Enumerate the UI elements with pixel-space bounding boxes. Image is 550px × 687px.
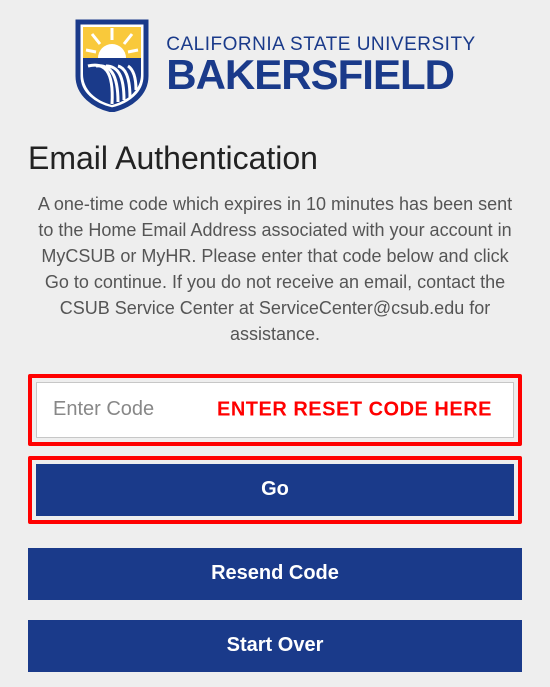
code-input-highlight: ENTER RESET CODE HERE bbox=[28, 374, 522, 446]
code-input-wrapper: ENTER RESET CODE HERE bbox=[36, 382, 514, 438]
instructions-text: A one-time code which expires in 10 minu… bbox=[28, 191, 522, 348]
page-title: Email Authentication bbox=[28, 140, 522, 177]
logo-row: CALIFORNIA STATE UNIVERSITY BAKERSFIELD bbox=[0, 18, 550, 112]
go-button-highlight: Go bbox=[28, 456, 522, 524]
university-name-bottom: BAKERSFIELD bbox=[166, 54, 475, 96]
go-button[interactable]: Go bbox=[36, 464, 514, 516]
csub-shield-icon bbox=[74, 18, 150, 112]
start-over-button[interactable]: Start Over bbox=[28, 620, 522, 672]
university-wordmark: CALIFORNIA STATE UNIVERSITY BAKERSFIELD bbox=[166, 35, 475, 96]
code-input[interactable] bbox=[36, 382, 514, 438]
content-area: Email Authentication A one-time code whi… bbox=[0, 140, 550, 672]
page-container: CALIFORNIA STATE UNIVERSITY BAKERSFIELD … bbox=[0, 0, 550, 672]
resend-code-button[interactable]: Resend Code bbox=[28, 548, 522, 600]
